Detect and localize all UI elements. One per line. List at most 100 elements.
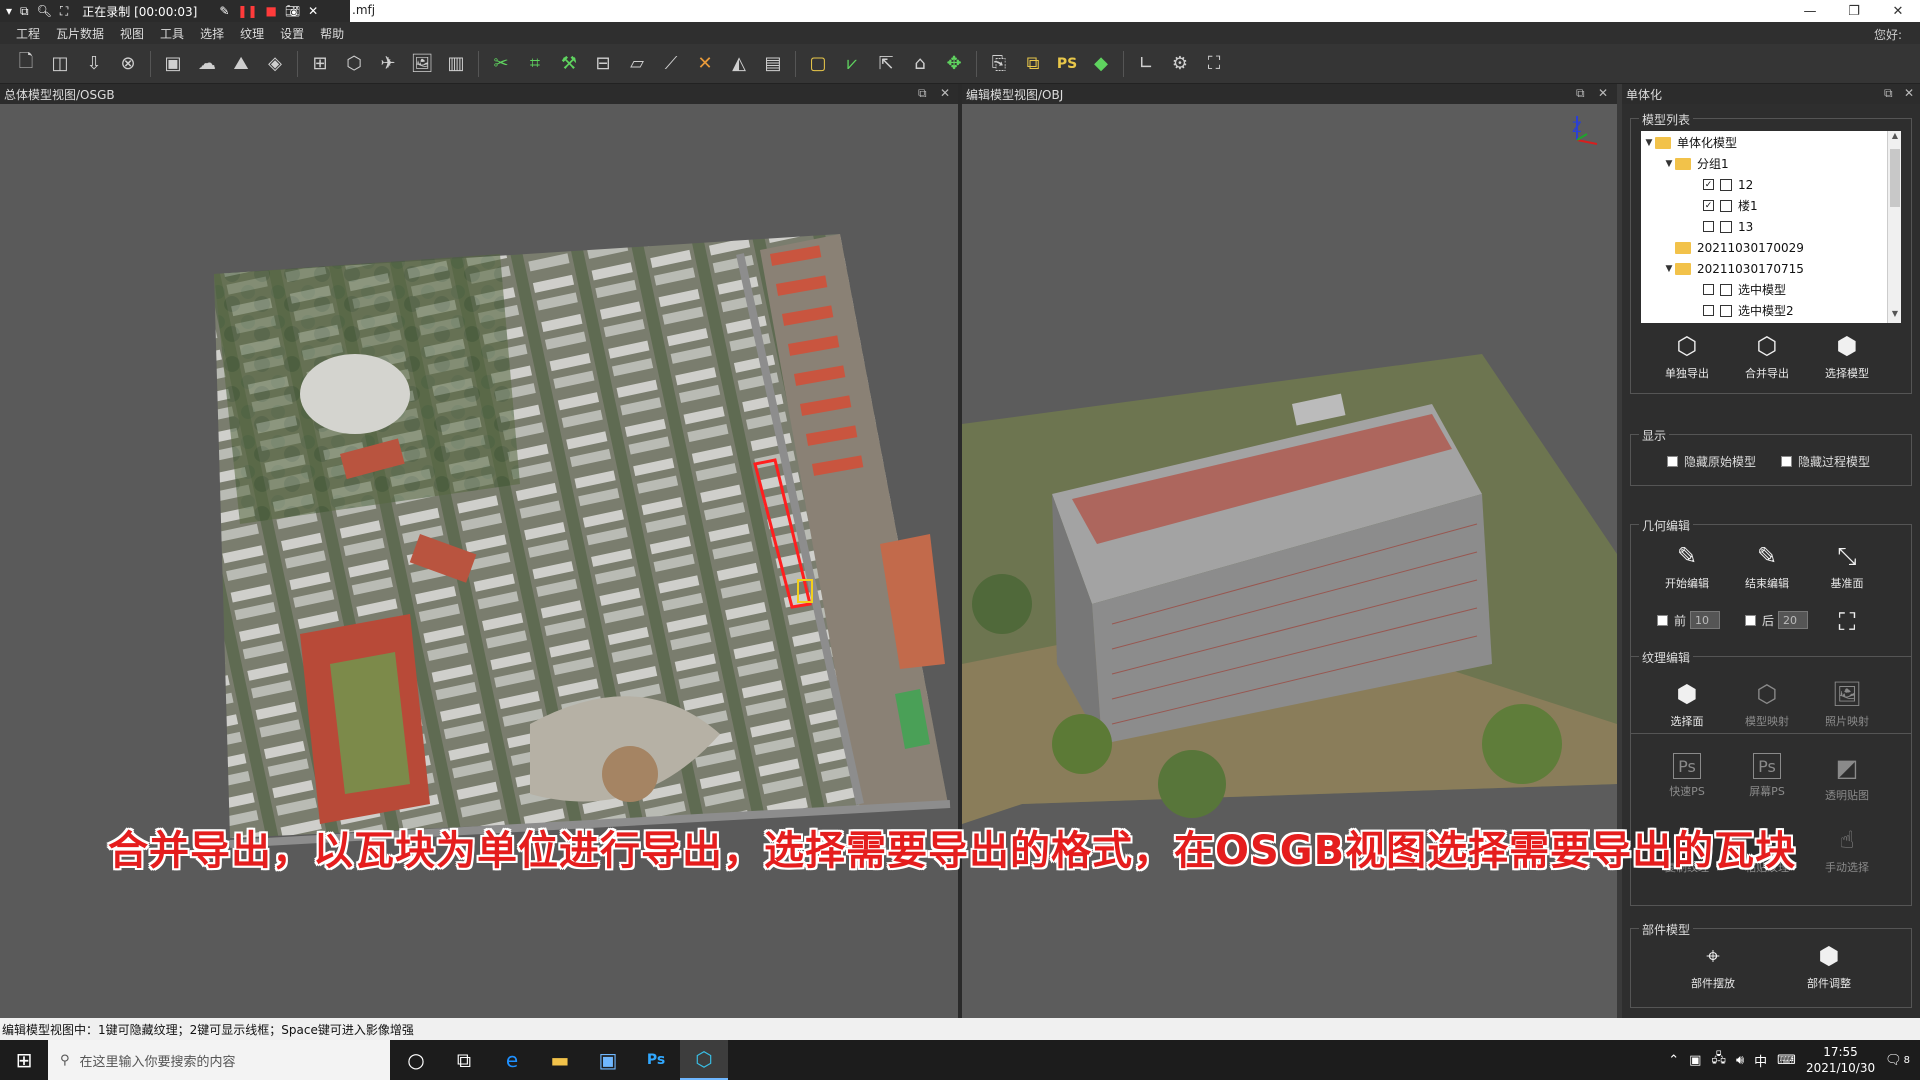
visibility-checkbox[interactable] bbox=[1703, 221, 1714, 232]
import-icon[interactable]: ⇩ bbox=[80, 50, 108, 78]
menu-help[interactable]: 帮助 bbox=[312, 25, 352, 42]
texture-icon[interactable]: ◆ bbox=[1087, 50, 1115, 78]
cortana-icon[interactable]: ○ bbox=[392, 1040, 440, 1080]
tray-expand-icon[interactable]: ⌃ bbox=[1668, 1053, 1679, 1068]
menu-caret-icon[interactable]: ▾ bbox=[6, 4, 12, 18]
tree-item[interactable]: ✓ 楼1 bbox=[1703, 195, 1758, 216]
hide-original-toggle[interactable]: 隐藏原始模型 bbox=[1667, 453, 1756, 470]
app-icon[interactable]: ▣ bbox=[584, 1040, 632, 1080]
menu-select[interactable]: 选择 bbox=[192, 25, 232, 42]
model-tree[interactable]: ▼ 单体化模型 ▼ 分组1 ✓ 12 ✓ 楼1 13 20211030170029 ▼ 2… bbox=[1641, 131, 1901, 323]
new-file-icon[interactable]: 🗋 bbox=[12, 50, 40, 78]
pin-icon[interactable]: ✕ bbox=[691, 50, 719, 78]
base-plane-button[interactable]: ⤡ 基准面 bbox=[1811, 541, 1883, 591]
visibility-checkbox[interactable]: ✓ bbox=[1703, 200, 1714, 211]
pause-icon[interactable]: ❚❚ bbox=[237, 4, 257, 18]
notification-icon[interactable]: 🗨︎ bbox=[1885, 1053, 1902, 1068]
model-map-button[interactable]: ⬡ 模型映射 bbox=[1731, 679, 1803, 729]
photo-map-icon[interactable]: ⎘ bbox=[985, 50, 1013, 78]
close-icon[interactable]: ✕ bbox=[1904, 86, 1914, 100]
building-icon[interactable]: ▥ bbox=[442, 50, 470, 78]
menu-settings[interactable]: 设置 bbox=[272, 25, 312, 42]
minimize-button[interactable]: — bbox=[1788, 0, 1832, 22]
close-button[interactable]: ✕ bbox=[1876, 0, 1920, 22]
tree-item[interactable]: ▼ 分组1 bbox=[1663, 153, 1729, 174]
transparent-map-button[interactable]: ◩ 透明贴图 bbox=[1811, 753, 1883, 803]
hide-process-checkbox[interactable] bbox=[1781, 456, 1792, 467]
collapse-icon[interactable]: ▼ bbox=[1643, 138, 1655, 148]
house-icon[interactable]: ⌂ bbox=[906, 50, 934, 78]
stop-icon[interactable]: ▣ bbox=[159, 50, 187, 78]
scroll-up-icon[interactable]: ▲ bbox=[1888, 131, 1901, 145]
tree-item[interactable]: 选中模型2 bbox=[1703, 300, 1794, 321]
close-icon[interactable]: ✕ bbox=[940, 86, 950, 100]
menu-view[interactable]: 视图 bbox=[112, 25, 152, 42]
start-edit-button[interactable]: ✎ 开始编辑 bbox=[1651, 541, 1723, 591]
crop-icon[interactable]: ⌗ bbox=[521, 50, 549, 78]
front-checkbox[interactable] bbox=[1657, 614, 1668, 626]
quick-ps-button[interactable]: Ps 快速PS bbox=[1651, 753, 1723, 799]
float-icon[interactable]: ⧉ bbox=[1884, 86, 1893, 101]
hide-process-toggle[interactable]: 隐藏过程模型 bbox=[1781, 453, 1870, 470]
tree-item[interactable]: 13 bbox=[1703, 216, 1753, 237]
tree-item[interactable]: 选中模型 bbox=[1703, 279, 1786, 300]
cube-icon[interactable]: ⬡ bbox=[340, 50, 368, 78]
front-offset[interactable]: 前 10 bbox=[1657, 611, 1721, 629]
move-icon[interactable]: ✥ bbox=[940, 50, 968, 78]
taskbar-search[interactable]: ⚲ 在这里输入你要搜索的内容 bbox=[48, 1040, 390, 1080]
end-edit-button[interactable]: ✎ 结束编辑 bbox=[1731, 541, 1803, 591]
surface-icon[interactable]: ⏥ bbox=[623, 50, 651, 78]
frame-icon[interactable]: ⛶ bbox=[1200, 50, 1228, 78]
tree-item[interactable]: ▼ 20211030170715 bbox=[1663, 258, 1804, 279]
trim-icon[interactable]: ⚒ bbox=[555, 50, 583, 78]
menu-tools[interactable]: 工具 bbox=[152, 25, 192, 42]
capture-button[interactable]: ⛶ bbox=[1811, 607, 1883, 641]
close-icon[interactable]: ✕ bbox=[1598, 86, 1608, 100]
cloud-icon[interactable]: ☁ bbox=[193, 50, 221, 78]
fill-icon[interactable]: ◭ bbox=[725, 50, 753, 78]
grid-icon[interactable]: ⊞ bbox=[306, 50, 334, 78]
place-part-button[interactable]: ⌖ 部件摆放 bbox=[1677, 941, 1749, 991]
document-icon[interactable]: ▤ bbox=[759, 50, 787, 78]
cursor-icon[interactable]: ⇱ bbox=[872, 50, 900, 78]
scroll-down-icon[interactable]: ▼ bbox=[1888, 309, 1901, 323]
collapse-icon[interactable]: ▼ bbox=[1663, 159, 1675, 169]
tree-item[interactable]: ▼ 单体化模型 bbox=[1643, 132, 1737, 153]
taskview-icon[interactable]: ⧉ bbox=[440, 1040, 488, 1080]
front-value-input[interactable]: 10 bbox=[1690, 611, 1721, 629]
pen-icon[interactable]: ✎ bbox=[219, 4, 229, 18]
terrain-icon[interactable]: ⛰ bbox=[227, 50, 255, 78]
close-project-icon[interactable]: ⊗ bbox=[114, 50, 142, 78]
close-recording-icon[interactable]: ✕ bbox=[308, 4, 318, 18]
single-export-button[interactable]: ⬡ 单独导出 bbox=[1651, 331, 1723, 381]
settings-icon[interactable]: ⚙ bbox=[1166, 50, 1194, 78]
window-icon[interactable]: ⧉ bbox=[20, 4, 29, 19]
tree-item[interactable]: ✓ 12 bbox=[1703, 174, 1753, 195]
photo-map-button[interactable]: 🖼︎ 照片映射 bbox=[1811, 679, 1883, 729]
ime-indicator[interactable]: 中 bbox=[1754, 1051, 1767, 1070]
visibility-checkbox[interactable] bbox=[1703, 305, 1714, 316]
menu-project[interactable]: 工程 bbox=[8, 25, 48, 42]
image-icon[interactable]: 🖼︎ bbox=[408, 50, 436, 78]
tray-app-icon[interactable]: ▣ bbox=[1689, 1053, 1701, 1068]
modeler-icon[interactable]: ⬡ bbox=[680, 1040, 728, 1080]
select-model-button[interactable]: ⬢ 选择模型 bbox=[1811, 331, 1883, 381]
visibility-checkbox[interactable] bbox=[1703, 284, 1714, 295]
hide-original-checkbox[interactable] bbox=[1667, 456, 1678, 467]
axis-icon[interactable]: ∟ bbox=[1132, 50, 1160, 78]
adjust-part-button[interactable]: ⬢ 部件调整 bbox=[1793, 941, 1865, 991]
menu-texture[interactable]: 纹理 bbox=[232, 25, 272, 42]
layers-icon[interactable]: ◈ bbox=[261, 50, 289, 78]
camera-icon[interactable]: 📷︎ bbox=[285, 4, 300, 18]
measure-icon[interactable]: ⟋ bbox=[657, 50, 685, 78]
split-view-icon[interactable]: ◫ bbox=[46, 50, 74, 78]
back-value-input[interactable]: 20 bbox=[1778, 611, 1809, 629]
scroll-thumb[interactable] bbox=[1890, 149, 1900, 207]
explorer-icon[interactable]: ▬ bbox=[536, 1040, 584, 1080]
tree-item[interactable]: 20211030170029 bbox=[1675, 237, 1804, 258]
stop-icon[interactable]: ■ bbox=[266, 4, 277, 18]
flatten-icon[interactable]: ⊟ bbox=[589, 50, 617, 78]
drone-icon[interactable]: ✈ bbox=[374, 50, 402, 78]
restore-button[interactable]: ❐ bbox=[1832, 0, 1876, 22]
edge-icon[interactable]: e bbox=[488, 1040, 536, 1080]
